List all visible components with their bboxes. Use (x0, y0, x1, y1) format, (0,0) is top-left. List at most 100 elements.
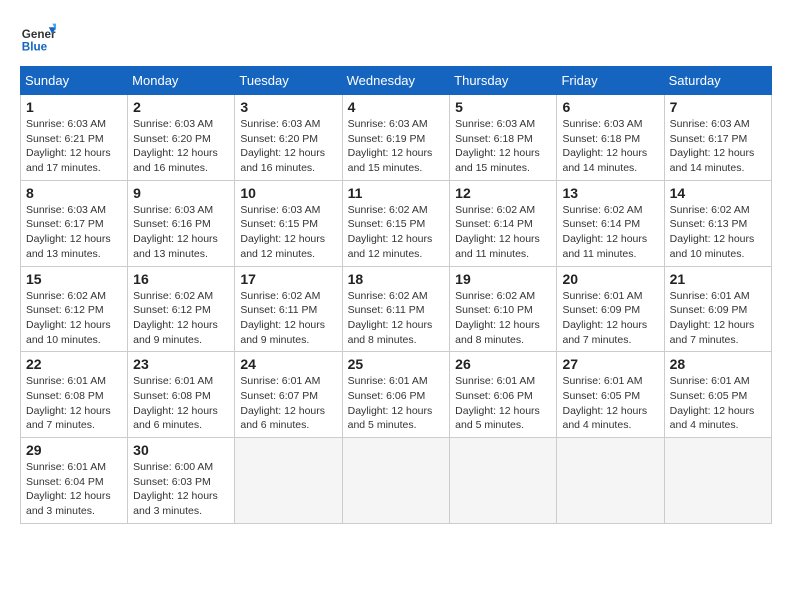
calendar-table: Sunday Monday Tuesday Wednesday Thursday… (20, 66, 772, 524)
day-info: Sunrise: 6:03 AM Sunset: 6:20 PM Dayligh… (240, 117, 336, 176)
day-cell-8: 8 Sunrise: 6:03 AM Sunset: 6:17 PM Dayli… (21, 180, 128, 266)
day-number: 17 (240, 271, 336, 287)
day-number: 11 (348, 185, 445, 201)
day-info: Sunrise: 6:03 AM Sunset: 6:19 PM Dayligh… (348, 117, 445, 176)
day-number: 18 (348, 271, 445, 287)
day-cell-30: 30 Sunrise: 6:00 AM Sunset: 6:03 PM Dayl… (128, 438, 235, 524)
day-cell-25: 25 Sunrise: 6:01 AM Sunset: 6:06 PM Dayl… (342, 352, 450, 438)
day-cell-15: 15 Sunrise: 6:02 AM Sunset: 6:12 PM Dayl… (21, 266, 128, 352)
day-cell-20: 20 Sunrise: 6:01 AM Sunset: 6:09 PM Dayl… (557, 266, 664, 352)
day-info: Sunrise: 6:03 AM Sunset: 6:17 PM Dayligh… (670, 117, 766, 176)
day-info: Sunrise: 6:03 AM Sunset: 6:15 PM Dayligh… (240, 203, 336, 262)
day-number: 26 (455, 356, 551, 372)
day-cell-2: 2 Sunrise: 6:03 AM Sunset: 6:20 PM Dayli… (128, 95, 235, 181)
day-info: Sunrise: 6:03 AM Sunset: 6:20 PM Dayligh… (133, 117, 229, 176)
day-info: Sunrise: 6:03 AM Sunset: 6:18 PM Dayligh… (562, 117, 658, 176)
day-info: Sunrise: 6:01 AM Sunset: 6:08 PM Dayligh… (133, 374, 229, 433)
logo: General Blue (20, 20, 56, 56)
day-number: 23 (133, 356, 229, 372)
calendar-body: 1 Sunrise: 6:03 AM Sunset: 6:21 PM Dayli… (21, 95, 772, 524)
day-number: 9 (133, 185, 229, 201)
day-cell-27: 27 Sunrise: 6:01 AM Sunset: 6:05 PM Dayl… (557, 352, 664, 438)
day-info: Sunrise: 6:01 AM Sunset: 6:06 PM Dayligh… (455, 374, 551, 433)
day-cell-17: 17 Sunrise: 6:02 AM Sunset: 6:11 PM Dayl… (235, 266, 342, 352)
day-number: 27 (562, 356, 658, 372)
day-info: Sunrise: 6:01 AM Sunset: 6:09 PM Dayligh… (562, 289, 658, 348)
day-number: 4 (348, 99, 445, 115)
day-number: 5 (455, 99, 551, 115)
day-info: Sunrise: 6:01 AM Sunset: 6:04 PM Dayligh… (26, 460, 122, 519)
page-header: General Blue (20, 20, 772, 56)
day-info: Sunrise: 6:03 AM Sunset: 6:21 PM Dayligh… (26, 117, 122, 176)
day-info: Sunrise: 6:00 AM Sunset: 6:03 PM Dayligh… (133, 460, 229, 519)
day-cell-7: 7 Sunrise: 6:03 AM Sunset: 6:17 PM Dayli… (664, 95, 771, 181)
day-number: 28 (670, 356, 766, 372)
day-info: Sunrise: 6:03 AM Sunset: 6:18 PM Dayligh… (455, 117, 551, 176)
week-row-2: 8 Sunrise: 6:03 AM Sunset: 6:17 PM Dayli… (21, 180, 772, 266)
svg-text:Blue: Blue (22, 41, 48, 54)
week-row-3: 15 Sunrise: 6:02 AM Sunset: 6:12 PM Dayl… (21, 266, 772, 352)
day-number: 8 (26, 185, 122, 201)
day-info: Sunrise: 6:03 AM Sunset: 6:17 PM Dayligh… (26, 203, 122, 262)
day-number: 1 (26, 99, 122, 115)
day-number: 25 (348, 356, 445, 372)
day-number: 30 (133, 442, 229, 458)
header-wednesday: Wednesday (342, 67, 450, 95)
day-number: 16 (133, 271, 229, 287)
header-sunday: Sunday (21, 67, 128, 95)
day-cell-28: 28 Sunrise: 6:01 AM Sunset: 6:05 PM Dayl… (664, 352, 771, 438)
day-cell-26: 26 Sunrise: 6:01 AM Sunset: 6:06 PM Dayl… (450, 352, 557, 438)
day-cell-3: 3 Sunrise: 6:03 AM Sunset: 6:20 PM Dayli… (235, 95, 342, 181)
day-info: Sunrise: 6:02 AM Sunset: 6:10 PM Dayligh… (455, 289, 551, 348)
day-number: 2 (133, 99, 229, 115)
day-info: Sunrise: 6:01 AM Sunset: 6:05 PM Dayligh… (670, 374, 766, 433)
day-cell-1: 1 Sunrise: 6:03 AM Sunset: 6:21 PM Dayli… (21, 95, 128, 181)
day-cell-14: 14 Sunrise: 6:02 AM Sunset: 6:13 PM Dayl… (664, 180, 771, 266)
header-thursday: Thursday (450, 67, 557, 95)
day-cell-9: 9 Sunrise: 6:03 AM Sunset: 6:16 PM Dayli… (128, 180, 235, 266)
day-info: Sunrise: 6:01 AM Sunset: 6:08 PM Dayligh… (26, 374, 122, 433)
day-cell-5: 5 Sunrise: 6:03 AM Sunset: 6:18 PM Dayli… (450, 95, 557, 181)
week-row-5: 29 Sunrise: 6:01 AM Sunset: 6:04 PM Dayl… (21, 438, 772, 524)
day-info: Sunrise: 6:02 AM Sunset: 6:15 PM Dayligh… (348, 203, 445, 262)
day-info: Sunrise: 6:01 AM Sunset: 6:07 PM Dayligh… (240, 374, 336, 433)
day-number: 12 (455, 185, 551, 201)
day-number: 6 (562, 99, 658, 115)
week-row-4: 22 Sunrise: 6:01 AM Sunset: 6:08 PM Dayl… (21, 352, 772, 438)
day-number: 19 (455, 271, 551, 287)
day-info: Sunrise: 6:02 AM Sunset: 6:14 PM Dayligh… (455, 203, 551, 262)
header-saturday: Saturday (664, 67, 771, 95)
day-number: 7 (670, 99, 766, 115)
day-cell-18: 18 Sunrise: 6:02 AM Sunset: 6:11 PM Dayl… (342, 266, 450, 352)
day-info: Sunrise: 6:02 AM Sunset: 6:11 PM Dayligh… (348, 289, 445, 348)
day-cell-11: 11 Sunrise: 6:02 AM Sunset: 6:15 PM Dayl… (342, 180, 450, 266)
day-cell-10: 10 Sunrise: 6:03 AM Sunset: 6:15 PM Dayl… (235, 180, 342, 266)
day-cell-29: 29 Sunrise: 6:01 AM Sunset: 6:04 PM Dayl… (21, 438, 128, 524)
empty-cell (235, 438, 342, 524)
day-number: 22 (26, 356, 122, 372)
day-cell-12: 12 Sunrise: 6:02 AM Sunset: 6:14 PM Dayl… (450, 180, 557, 266)
logo-icon: General Blue (20, 20, 56, 56)
empty-cell (557, 438, 664, 524)
header-tuesday: Tuesday (235, 67, 342, 95)
header-monday: Monday (128, 67, 235, 95)
weekday-header-row: Sunday Monday Tuesday Wednesday Thursday… (21, 67, 772, 95)
day-info: Sunrise: 6:02 AM Sunset: 6:12 PM Dayligh… (133, 289, 229, 348)
day-number: 10 (240, 185, 336, 201)
day-number: 20 (562, 271, 658, 287)
day-info: Sunrise: 6:02 AM Sunset: 6:12 PM Dayligh… (26, 289, 122, 348)
day-cell-23: 23 Sunrise: 6:01 AM Sunset: 6:08 PM Dayl… (128, 352, 235, 438)
empty-cell (664, 438, 771, 524)
day-number: 24 (240, 356, 336, 372)
day-cell-4: 4 Sunrise: 6:03 AM Sunset: 6:19 PM Dayli… (342, 95, 450, 181)
day-cell-19: 19 Sunrise: 6:02 AM Sunset: 6:10 PM Dayl… (450, 266, 557, 352)
day-number: 21 (670, 271, 766, 287)
day-info: Sunrise: 6:03 AM Sunset: 6:16 PM Dayligh… (133, 203, 229, 262)
day-cell-6: 6 Sunrise: 6:03 AM Sunset: 6:18 PM Dayli… (557, 95, 664, 181)
week-row-1: 1 Sunrise: 6:03 AM Sunset: 6:21 PM Dayli… (21, 95, 772, 181)
day-info: Sunrise: 6:01 AM Sunset: 6:06 PM Dayligh… (348, 374, 445, 433)
day-cell-24: 24 Sunrise: 6:01 AM Sunset: 6:07 PM Dayl… (235, 352, 342, 438)
day-cell-16: 16 Sunrise: 6:02 AM Sunset: 6:12 PM Dayl… (128, 266, 235, 352)
day-number: 29 (26, 442, 122, 458)
day-info: Sunrise: 6:02 AM Sunset: 6:14 PM Dayligh… (562, 203, 658, 262)
